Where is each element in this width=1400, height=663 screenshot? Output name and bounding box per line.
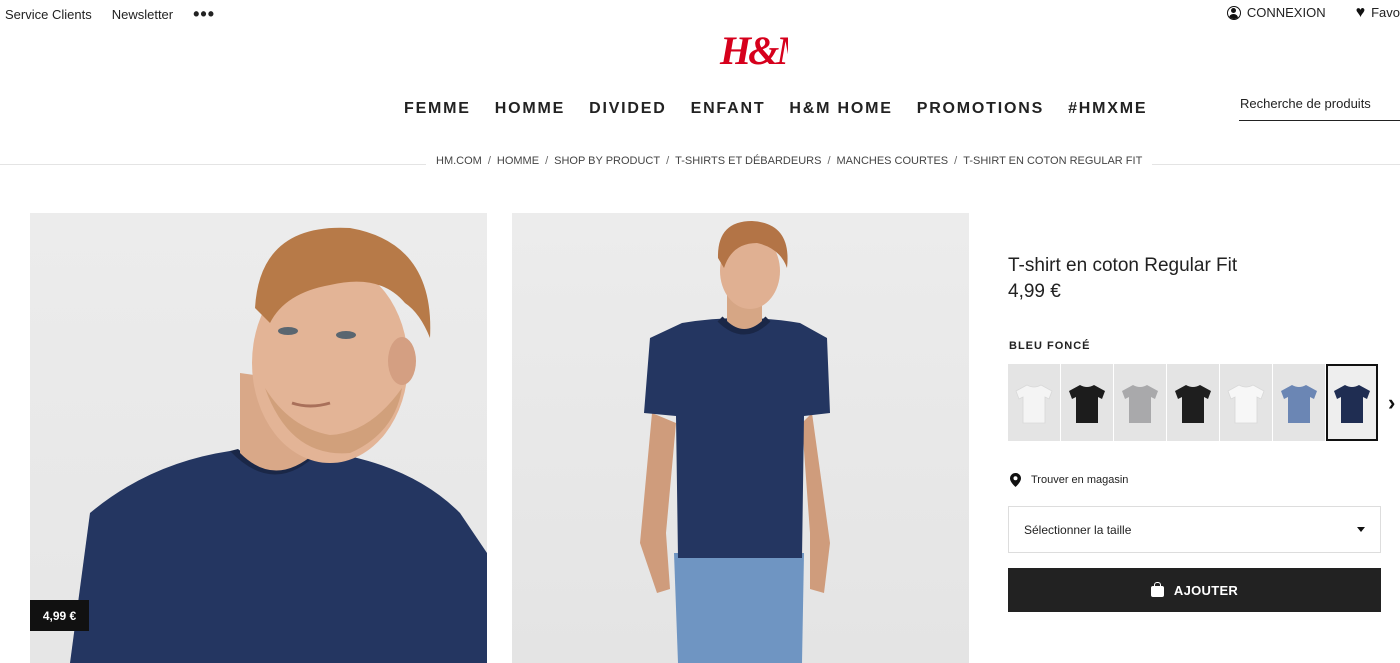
breadcrumb-item-current: T-SHIRT EN COTON REGULAR FIT [963,155,1143,167]
color-swatches [1008,364,1378,441]
product-title: T-shirt en coton Regular Fit [1008,255,1238,276]
tshirt-thumbnail-icon [1015,384,1053,423]
chevron-right-icon[interactable]: › [1388,390,1395,416]
product-image-model[interactable] [512,213,969,663]
size-select-label: Sélectionner la taille [1024,522,1132,537]
newsletter-link[interactable]: Newsletter [112,7,173,22]
search-input[interactable]: Recherche de produits [1239,96,1400,121]
tshirt-thumbnail-icon [1281,384,1317,423]
connexion-label: CONNEXION [1246,5,1326,20]
breadcrumb: HM.COM / HOMME / SHOP BY PRODUCT / T-SHI… [426,155,1153,167]
favorites-label: Favo [1371,5,1400,20]
size-select[interactable]: Sélectionner la taille [1008,506,1381,553]
tshirt-thumbnail-icon [1175,384,1211,423]
breadcrumb-item-tshirts[interactable]: T-SHIRTS ET DÉBARDEURS [675,155,821,167]
breadcrumb-separator: / [545,155,549,167]
nav-item-homme[interactable]: HOMME [495,100,565,118]
nav-item-divided[interactable]: DIVIDED [589,100,667,118]
breadcrumb-item-shop-by-product[interactable]: SHOP BY PRODUCT [554,155,660,167]
color-swatch-navy[interactable] [1326,364,1378,441]
topbar-left: Service Clients Newsletter ••• [5,5,215,23]
nav-item-enfant[interactable]: ENFANT [691,100,766,118]
favorites-link[interactable]: ♥ Favo [1355,3,1400,21]
connexion-link[interactable]: CONNEXION [1226,5,1326,20]
find-in-store-label: Trouver en magasin [1031,474,1129,486]
nav-item-promotions[interactable]: PROMOTIONS [917,100,1044,118]
price-badge: 4,99 € [30,600,89,631]
add-to-bag-button[interactable]: AJOUTER [1008,568,1381,612]
logo-text: H&M [719,28,788,72]
shopping-bag-icon [1150,582,1164,597]
breadcrumb-separator: / [487,155,491,167]
color-swatch-grey[interactable] [1114,364,1166,441]
selected-color-label: BLEU FONCÉ [1009,340,1091,352]
color-swatch-white[interactable] [1008,364,1060,441]
nav-item-femme[interactable]: FEMME [404,100,471,118]
tshirt-thumbnail-icon [1227,384,1265,423]
add-to-bag-label: AJOUTER [1173,582,1239,598]
color-swatch-black[interactable] [1061,364,1113,441]
heart-icon: ♥ [1355,3,1366,21]
breadcrumb-item-homme[interactable]: HOMME [497,155,539,167]
caret-down-icon [1357,527,1365,532]
topbar-right: CONNEXION ♥ Favo [1226,3,1400,21]
breadcrumb-item-manches-courtes[interactable]: MANCHES COURTES [837,155,949,167]
user-icon [1226,5,1241,20]
breadcrumb-separator: / [666,155,670,167]
breadcrumb-separator: / [954,155,958,167]
product-image-closeup[interactable] [30,213,487,663]
hm-logo-mark: H&M [719,28,816,73]
color-swatch-black[interactable] [1167,364,1219,441]
location-pin-icon [1010,473,1021,487]
tshirt-thumbnail-icon [1069,384,1105,423]
model-closeup-illustration [70,227,487,663]
more-menu-icon[interactable]: ••• [193,5,215,23]
service-clients-link[interactable]: Service Clients [5,7,92,22]
product-price: 4,99 € [1008,281,1061,302]
find-in-store-link[interactable]: Trouver en magasin [1010,473,1128,487]
tshirt-thumbnail-icon [1334,384,1370,423]
tshirt-thumbnail-icon [1122,384,1158,423]
color-swatch-light-blue[interactable] [1273,364,1325,441]
model-full-illustration [640,221,830,663]
hm-logo[interactable]: H&M [718,24,816,73]
main-nav: FEMME HOMME DIVIDED ENFANT H&M HOME PROM… [404,100,1147,118]
nav-item-hm-home[interactable]: H&M HOME [789,100,892,118]
color-swatch-white[interactable] [1220,364,1272,441]
breadcrumb-item-hm-com[interactable]: HM.COM [436,155,482,167]
nav-item-hmxme[interactable]: #HMXME [1068,100,1147,118]
breadcrumb-separator: / [827,155,831,167]
